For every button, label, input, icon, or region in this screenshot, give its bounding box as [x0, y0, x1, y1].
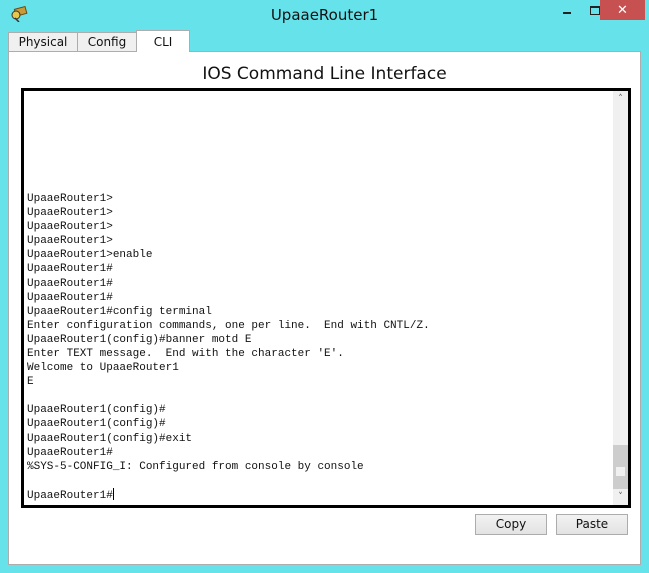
cli-panel: IOS Command Line Interface UpaaeRouter1>…: [8, 51, 641, 565]
terminal-scrollbar[interactable]: ˄ ˅: [613, 91, 628, 505]
scroll-grip: [616, 467, 625, 476]
terminal-line: %SYS-5-CONFIG_I: Configured from console…: [27, 460, 364, 473]
terminal-line: E: [27, 376, 34, 389]
maximize-icon: [590, 5, 600, 15]
terminal-lines: UpaaeRouter1> UpaaeRouter1> UpaaeRouter1> U…: [27, 192, 430, 503]
terminal-line: UpaaeRouter1#: [27, 263, 113, 276]
terminal-line: Enter TEXT message. End with the charact…: [27, 347, 344, 360]
close-icon: ✕: [617, 2, 628, 18]
terminal-line: UpaaeRouter1(config)#: [27, 418, 166, 431]
tab-cli[interactable]: CLI: [136, 30, 190, 52]
terminal-prompt: UpaaeRouter1#: [27, 489, 113, 502]
scroll-down-icon[interactable]: ˅: [613, 489, 628, 505]
terminal-line: Welcome to UpaaeRouter1: [27, 362, 179, 375]
scroll-thumb[interactable]: [613, 445, 628, 489]
copy-button[interactable]: Copy: [475, 514, 547, 535]
terminal-line: UpaaeRouter1>enable: [27, 249, 153, 262]
cli-terminal[interactable]: UpaaeRouter1> UpaaeRouter1> UpaaeRouter1> U…: [21, 88, 631, 508]
terminal-line: UpaaeRouter1>: [27, 235, 113, 248]
tab-config[interactable]: Config: [77, 32, 137, 52]
terminal-line: UpaaeRouter1(config)#banner motd E: [27, 333, 252, 346]
terminal-line: UpaaeRouter1(config)#exit: [27, 432, 193, 445]
minimize-button[interactable]: [552, 0, 582, 20]
terminal-line: UpaaeRouter1>: [27, 221, 113, 234]
paste-button[interactable]: Paste: [556, 514, 628, 535]
tab-physical[interactable]: Physical: [8, 32, 78, 52]
terminal-line: UpaaeRouter1#: [27, 277, 113, 290]
terminal-line: UpaaeRouter1>: [27, 192, 113, 205]
terminal-line: Enter configuration commands, one per li…: [27, 319, 430, 332]
scroll-up-icon[interactable]: ˄: [613, 91, 628, 107]
close-button[interactable]: ✕: [600, 0, 645, 20]
terminal-line: UpaaeRouter1#: [27, 446, 113, 459]
terminal-line: UpaaeRouter1(config)#: [27, 404, 166, 417]
minimize-icon: [563, 12, 571, 14]
title-bar: UpaaeRouter1 ✕: [0, 0, 649, 30]
terminal-prompt-line[interactable]: UpaaeRouter1#: [27, 487, 430, 503]
terminal-line: UpaaeRouter1#: [27, 291, 113, 304]
terminal-line: UpaaeRouter1#config terminal: [27, 305, 212, 318]
text-cursor: [112, 487, 114, 500]
terminal-line: UpaaeRouter1>: [27, 207, 113, 220]
terminal-output[interactable]: UpaaeRouter1> UpaaeRouter1> UpaaeRouter1> U…: [27, 91, 608, 505]
cli-heading: IOS Command Line Interface: [202, 64, 447, 84]
